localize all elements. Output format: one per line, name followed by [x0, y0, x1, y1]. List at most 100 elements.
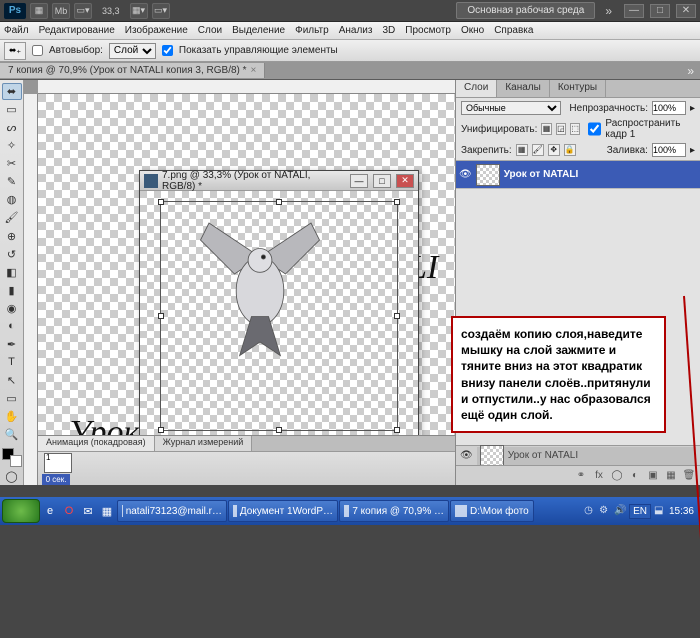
crop-tool[interactable]: ✂ — [2, 155, 22, 172]
expand-chevron[interactable]: » — [605, 4, 612, 18]
floatwin-close[interactable]: ✕ — [396, 174, 414, 188]
heal-tool[interactable]: ◍ — [2, 191, 22, 208]
dodge-tool[interactable]: ◐ — [2, 318, 22, 335]
layer-thumbnail[interactable] — [476, 164, 500, 186]
menu-help[interactable]: Справка — [494, 25, 533, 36]
tab-paths[interactable]: Контуры — [550, 80, 606, 97]
animation-frame[interactable] — [44, 453, 72, 473]
floatwin-canvas[interactable] — [140, 191, 418, 441]
history-brush-tool[interactable]: ↺ — [2, 246, 22, 263]
type-tool[interactable]: T — [2, 354, 22, 371]
unify-icon[interactable]: ⬚ — [570, 123, 580, 135]
transform-handle[interactable] — [158, 313, 164, 319]
layer-name[interactable]: Урок от NATALI — [504, 169, 579, 180]
menu-view[interactable]: Просмотр — [405, 25, 451, 36]
menu-window[interactable]: Окно — [461, 25, 484, 36]
gradient-tool[interactable]: ▮ — [2, 282, 22, 299]
menu-edit[interactable]: Редактирование — [39, 25, 115, 36]
brush-tool[interactable]: 🖌 — [2, 209, 22, 226]
window-minimize[interactable]: — — [624, 4, 644, 18]
language-indicator[interactable]: EN — [629, 504, 651, 519]
link-layers-icon[interactable]: ⚭ — [574, 469, 588, 483]
transform-handle[interactable] — [158, 199, 164, 205]
lasso-tool[interactable]: ᔕ — [2, 119, 22, 136]
unify-icon[interactable]: ◲ — [556, 123, 566, 135]
floatwin-titlebar[interactable]: 7.png @ 33,3% (Урок от NATALI, RGB/8) * … — [140, 171, 418, 191]
fill-input[interactable] — [652, 143, 686, 157]
autoselect-select[interactable]: Слой — [109, 43, 156, 59]
floating-document-window[interactable]: 7.png @ 33,3% (Урок от NATALI, RGB/8) * … — [139, 170, 419, 460]
layer-row-footer[interactable]: Урок от NATALI — [477, 447, 696, 465]
quicklaunch-icon[interactable]: ✉ — [79, 502, 97, 520]
menu-3d[interactable]: 3D — [382, 25, 395, 36]
lock-pixels-icon[interactable]: 🖌 — [532, 144, 544, 156]
wand-tool[interactable]: ✧ — [2, 137, 22, 154]
frame-time[interactable]: 0 сек. — [42, 474, 70, 485]
zoom-tool[interactable]: 🔍 — [2, 426, 22, 443]
start-button[interactable] — [2, 499, 40, 523]
ruler-horizontal[interactable] — [38, 80, 455, 94]
hand-tool[interactable]: ✋ — [2, 408, 22, 425]
menu-layers[interactable]: Слои — [198, 25, 222, 36]
eyedropper-tool[interactable]: ✎ — [2, 173, 22, 190]
eraser-tool[interactable]: ◧ — [2, 264, 22, 281]
tab-close-icon[interactable]: × — [251, 65, 257, 76]
quicklaunch-icon[interactable]: O — [60, 502, 78, 520]
quicklaunch-icon[interactable]: ▦ — [98, 502, 116, 520]
transform-handle[interactable] — [276, 427, 282, 433]
adjustment-layer-icon[interactable]: ◐ — [628, 469, 642, 483]
quickmask-tool[interactable]: ◯ — [2, 468, 22, 485]
taskbar-clock[interactable]: 15:36 — [669, 506, 694, 517]
screenmode-icon[interactable]: ▭▾ — [74, 3, 92, 19]
tray-icon[interactable]: ⬓ — [654, 505, 666, 517]
stamp-tool[interactable]: ⊕ — [2, 228, 22, 245]
transform-handle[interactable] — [394, 427, 400, 433]
tab-channels[interactable]: Каналы — [497, 80, 550, 97]
tray-icon[interactable]: ◷ — [584, 505, 596, 517]
floatwin-maximize[interactable]: □ — [373, 174, 391, 188]
window-maximize[interactable]: □ — [650, 4, 670, 18]
transform-handle[interactable] — [394, 313, 400, 319]
layer-row[interactable]: 👁 Урок от NATALI — [456, 161, 700, 189]
pen-tool[interactable]: ✒ — [2, 336, 22, 353]
floatwin-minimize[interactable]: — — [350, 174, 368, 188]
minibridge-icon[interactable]: Mb — [52, 3, 70, 19]
arrange-icon[interactable]: ▭▾ — [152, 3, 170, 19]
group-icon[interactable]: ▣ — [646, 469, 660, 483]
ruler-vertical[interactable] — [24, 94, 38, 485]
move-tool[interactable]: ⬌ — [2, 83, 22, 100]
viewextras-icon[interactable]: ▦▾ — [130, 3, 148, 19]
move-tool-icon[interactable]: ⬌₊ — [4, 42, 26, 60]
lock-all-icon[interactable]: 🔒 — [564, 144, 576, 156]
taskbar-item[interactable]: natali73123@mail.r… — [117, 500, 227, 522]
taskbar-item[interactable]: Документ 1WordP… — [228, 500, 338, 522]
menu-select[interactable]: Выделение — [232, 25, 285, 36]
taskbar-item[interactable]: 7 копия @ 70,9% … — [339, 500, 449, 522]
tabbar-overflow[interactable]: » — [687, 64, 694, 78]
blur-tool[interactable]: ◉ — [2, 300, 22, 317]
tab-animation[interactable]: Анимация (покадровая) — [38, 436, 155, 451]
shape-tool[interactable]: ▭ — [2, 390, 22, 407]
blend-mode-select[interactable]: Обычные — [461, 101, 561, 115]
quicklaunch-icon[interactable]: e — [41, 502, 59, 520]
lock-position-icon[interactable]: ✥ — [548, 144, 560, 156]
menu-file[interactable]: Файл — [4, 25, 29, 36]
delete-layer-icon[interactable]: 🗑 — [682, 469, 696, 483]
window-close[interactable]: ✕ — [676, 4, 696, 18]
autoselect-checkbox[interactable] — [32, 45, 43, 56]
color-swatches[interactable] — [2, 448, 22, 467]
menu-analysis[interactable]: Анализ — [339, 25, 373, 36]
visibility-icon[interactable]: 👁 — [459, 169, 472, 180]
transform-handle[interactable] — [158, 427, 164, 433]
new-layer-icon[interactable]: ▦ — [664, 469, 678, 483]
propagate-checkbox[interactable] — [588, 122, 601, 136]
path-tool[interactable]: ↖ — [2, 372, 22, 389]
menu-filter[interactable]: Фильтр — [295, 25, 329, 36]
layer-style-icon[interactable]: fx — [592, 469, 606, 483]
tab-measurement-log[interactable]: Журнал измерений — [155, 436, 253, 451]
transform-handle[interactable] — [394, 199, 400, 205]
document-tab[interactable]: 7 копия @ 70,9% (Урок от NATALI копия 3,… — [0, 63, 265, 78]
opacity-input[interactable] — [652, 101, 686, 115]
showcontrols-checkbox[interactable] — [162, 45, 173, 56]
unify-icon[interactable]: ▦ — [541, 123, 551, 135]
